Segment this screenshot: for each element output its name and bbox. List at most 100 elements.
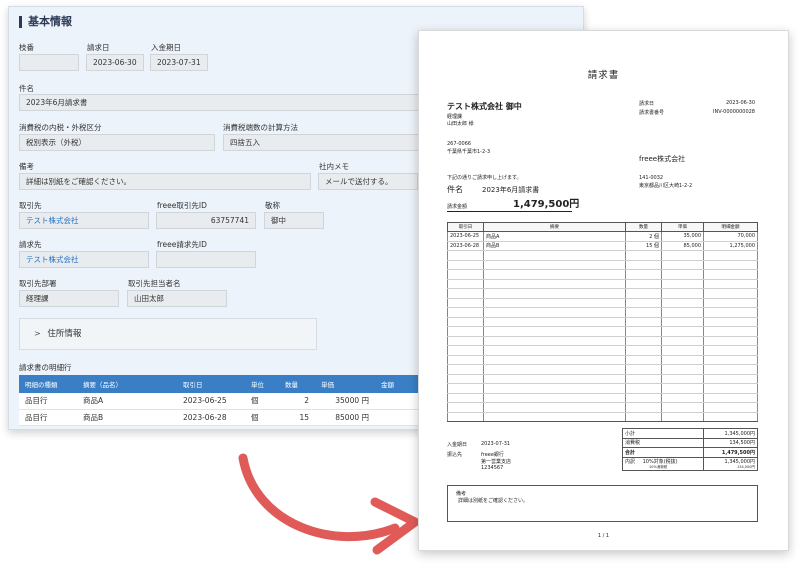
row-date[interactable]: 2023-06-28 xyxy=(177,409,245,426)
issuer-address: 東京都品川区大崎1-2-2 xyxy=(639,183,693,189)
detail-cell-empty xyxy=(447,288,484,299)
branch-no-field[interactable] xyxy=(19,54,79,71)
detail-cell-empty xyxy=(625,317,662,327)
partner-dept-label: 取引先部署 xyxy=(19,279,57,288)
invoice-date-field[interactable]: 2023-06-30 xyxy=(86,54,144,71)
detail-cell-empty xyxy=(625,250,662,261)
chevron-right-icon: > xyxy=(34,329,41,338)
row-type: 品目行 xyxy=(19,409,77,426)
row-qty[interactable]: 15 xyxy=(279,409,315,426)
row-price[interactable]: 35000 円 xyxy=(315,393,375,410)
breakdown-tax-value: 134,500円 xyxy=(737,464,755,469)
partner-contact-field[interactable]: 山田太郎 xyxy=(127,290,227,307)
rounding-select[interactable]: 四捨五入 xyxy=(223,134,419,151)
detail-cell-empty xyxy=(703,250,758,261)
recipient-person: 山田太郎 様 xyxy=(447,121,474,127)
detail-cell-empty xyxy=(483,412,626,422)
recipient-dept: 経理課 xyxy=(447,114,463,120)
row-date[interactable]: 2023-06-25 xyxy=(177,393,245,410)
tax-row: 消費税 134,500円 xyxy=(621,437,758,448)
detail-cell-empty xyxy=(661,288,704,299)
detail-desc: 商品B xyxy=(483,241,626,251)
detail-row-empty xyxy=(447,374,758,384)
row-unit[interactable]: 個 xyxy=(245,393,279,410)
tax-type-label: 消費税の内税・外税区分 xyxy=(19,123,102,132)
detail-cell-empty xyxy=(625,298,662,308)
tax-value: 134,500円 xyxy=(703,437,758,448)
detail-cell-empty xyxy=(661,298,704,308)
detail-cell-empty xyxy=(661,355,704,365)
detail-cell-empty xyxy=(447,393,484,403)
total-label: 合計 xyxy=(621,447,705,458)
detail-row-empty xyxy=(447,326,758,337)
detail-cell-empty xyxy=(625,326,662,337)
subject-field[interactable]: 2023年6月請求書 xyxy=(19,94,419,111)
due-date-value: 2023-07-31 xyxy=(481,441,511,447)
detail-row-empty xyxy=(447,336,758,346)
detail-cell-empty xyxy=(447,298,484,308)
detail-cell-empty xyxy=(483,317,626,327)
detail-cell-empty xyxy=(483,383,626,394)
detail-cell-empty xyxy=(447,336,484,346)
col-type: 明細の種類 xyxy=(19,375,77,393)
detail-cell-empty xyxy=(625,393,662,403)
honorific-label: 敬称 xyxy=(265,201,280,210)
honorific-select[interactable]: 御中 xyxy=(264,212,324,229)
detail-cell-empty xyxy=(483,326,626,337)
subtotal-label: 小計 xyxy=(621,428,705,439)
detail-cell-empty xyxy=(703,345,758,356)
remarks-field[interactable]: 詳細は別紙をご確認ください。 xyxy=(19,173,311,190)
detail-cell-empty xyxy=(447,364,484,375)
detail-row: 2023-06-28 商品B 15 個 85,000 1,275,000 xyxy=(447,241,758,251)
invoice-title: 請求書 xyxy=(587,70,620,81)
detail-cell-empty xyxy=(661,364,704,375)
row-unit[interactable]: 個 xyxy=(245,409,279,426)
due-date-field[interactable]: 2023-07-31 xyxy=(150,54,208,71)
detail-cell-empty xyxy=(661,412,704,422)
detail-cell-empty xyxy=(661,326,704,337)
invoice-date-label: 請求日 xyxy=(639,101,655,107)
detail-cell-empty xyxy=(447,307,484,318)
breakdown-label: 内訳 xyxy=(625,458,636,465)
col-price: 単価 xyxy=(315,375,375,393)
detail-cell-empty xyxy=(483,345,626,356)
greeting-text: 下記の通りご請求申し上げます。 xyxy=(447,175,522,181)
row-type: 品目行 xyxy=(19,393,77,410)
freee-billing-id-label: freee請求先ID xyxy=(157,240,207,249)
billing-to-field[interactable]: テスト株式会社 xyxy=(19,251,149,268)
memo-label: 備考 xyxy=(456,491,467,497)
detail-cell-empty xyxy=(661,317,704,327)
breakdown-value: 1,345,000円 xyxy=(724,458,755,465)
freee-partner-id-field[interactable]: 63757741 xyxy=(156,212,256,229)
internal-memo-field[interactable]: メールで送付する。 xyxy=(318,173,418,190)
address-accordion[interactable]: > 住所情報 xyxy=(19,318,317,350)
partner-field[interactable]: テスト株式会社 xyxy=(19,212,149,229)
detail-cell-empty xyxy=(625,355,662,365)
detail-row-empty xyxy=(447,288,758,299)
due-date-label: 入金期日 xyxy=(447,442,468,448)
tax-type-select[interactable]: 税別表示（外税） xyxy=(19,134,215,151)
detail-row-empty xyxy=(447,383,758,394)
branch-no-label: 枝番 xyxy=(19,43,34,52)
partner-dept-field[interactable]: 経理課 xyxy=(19,290,119,307)
detail-cell-empty xyxy=(625,345,662,356)
detail-cell-empty xyxy=(483,260,626,270)
subtotal-value: 1,345,000円 xyxy=(703,428,758,439)
detail-cell-empty xyxy=(661,402,704,413)
detail-col-desc: 摘要 xyxy=(483,222,626,232)
row-qty[interactable]: 2 xyxy=(279,393,315,410)
row-name[interactable]: 商品A xyxy=(77,393,177,410)
detail-amount: 1,275,000 xyxy=(703,241,758,251)
row-price[interactable]: 85000 円 xyxy=(315,409,375,426)
invoice-number-label: 請求書番号 xyxy=(639,110,665,116)
row-name[interactable]: 商品B xyxy=(77,409,177,426)
detail-cell-empty xyxy=(483,298,626,308)
detail-col-amount: 明細金額 xyxy=(703,222,758,232)
detail-cell-empty xyxy=(703,364,758,375)
breakdown-values: 1,345,000円 134,500円 xyxy=(703,456,758,471)
detail-price: 35,000 xyxy=(661,231,704,242)
detail-price: 85,000 xyxy=(661,241,704,251)
freee-billing-id-field[interactable] xyxy=(156,251,256,268)
detail-cell-empty xyxy=(447,374,484,384)
amount-value: 1,479,500円 xyxy=(513,199,580,210)
